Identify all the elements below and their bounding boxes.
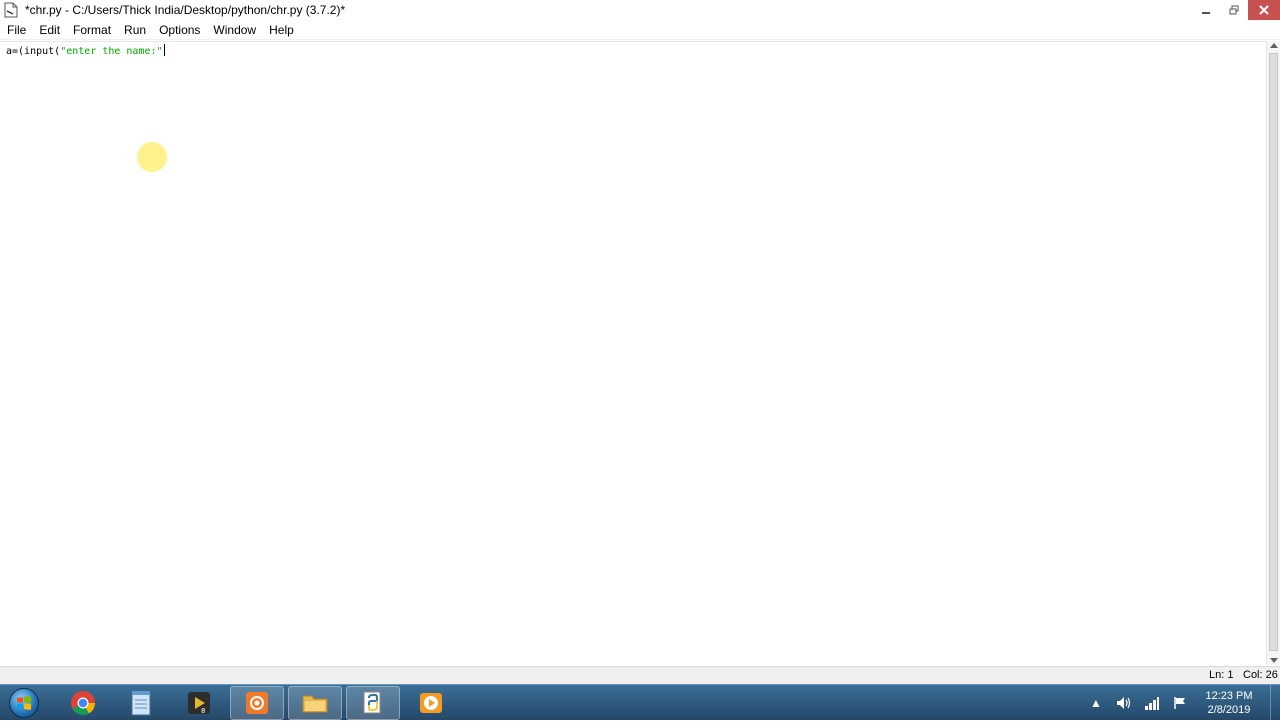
taskbar-python-idle[interactable] xyxy=(346,686,400,720)
menu-bar: File Edit Format Run Options Window Help xyxy=(0,20,1280,40)
action-center-flag-icon[interactable] xyxy=(1171,694,1189,712)
scroll-down-icon[interactable] xyxy=(1270,658,1278,663)
clock-time: 12:23 PM xyxy=(1205,690,1253,702)
menu-help[interactable]: Help xyxy=(269,23,294,37)
window-controls xyxy=(1192,0,1280,20)
clock-date: 2/8/2019 xyxy=(1207,704,1251,716)
show-desktop-button[interactable] xyxy=(1270,685,1280,721)
menu-window[interactable]: Window xyxy=(213,23,256,37)
text-caret xyxy=(163,44,165,56)
menu-options[interactable]: Options xyxy=(159,23,200,37)
restore-icon xyxy=(1229,5,1239,15)
cursor-highlight xyxy=(137,142,167,172)
code-line-1[interactable]: a=(input("enter the name:" xyxy=(6,44,165,59)
code-text: a=(input( xyxy=(6,46,61,57)
menu-format[interactable]: Format xyxy=(73,23,111,37)
close-button[interactable] xyxy=(1248,0,1280,20)
restore-button[interactable] xyxy=(1220,0,1248,20)
volume-icon[interactable] xyxy=(1115,694,1133,712)
python-idle-icon xyxy=(363,691,381,714)
vertical-scrollbar[interactable] xyxy=(1266,41,1280,665)
taskbar-chrome[interactable] xyxy=(56,686,110,720)
network-icon[interactable] xyxy=(1143,694,1161,712)
explorer-icon xyxy=(302,695,328,713)
title-bar[interactable]: *chr.py - C:/Users/Thick India/Desktop/p… xyxy=(0,0,1280,20)
start-button[interactable] xyxy=(4,686,44,720)
menu-run[interactable]: Run xyxy=(124,23,146,37)
idle-file-icon xyxy=(3,2,19,18)
status-bar: Ln: 1 Col: 26 xyxy=(0,666,1280,684)
taskbar: 8 ▲ 12:23 PM 2/8/2019 xyxy=(0,684,1280,721)
system-clock[interactable]: 12:23 PM 2/8/2019 xyxy=(1200,689,1258,717)
menu-edit[interactable]: Edit xyxy=(39,23,60,37)
code-editor[interactable]: a=(input("enter the name:" xyxy=(0,41,1266,665)
system-tray: ▲ 12:23 PM 2/8/2019 xyxy=(1082,685,1280,721)
chrome-icon xyxy=(71,691,95,716)
taskbar-explorer[interactable] xyxy=(288,686,342,720)
scroll-up-icon[interactable] xyxy=(1270,43,1278,48)
close-icon xyxy=(1259,5,1269,15)
window-title: *chr.py - C:/Users/Thick India/Desktop/p… xyxy=(25,3,346,17)
taskbar-screen-recorder[interactable] xyxy=(230,686,284,720)
status-col: Col: 26 xyxy=(1243,669,1278,681)
minimize-button[interactable] xyxy=(1192,0,1220,20)
svg-text:8: 8 xyxy=(201,707,205,715)
screen-recorder-icon xyxy=(246,692,268,714)
status-line: Ln: 1 xyxy=(1209,669,1234,681)
media-player-icon xyxy=(420,693,442,713)
menu-file[interactable]: File xyxy=(7,23,26,37)
taskbar-notepad[interactable] xyxy=(114,686,168,720)
taskbar-media-player[interactable] xyxy=(404,686,458,720)
start-orb-icon xyxy=(9,688,39,718)
taskbar-camtasia[interactable]: 8 xyxy=(172,686,226,720)
minimize-icon xyxy=(1202,12,1210,14)
scrollbar-thumb[interactable] xyxy=(1269,53,1278,651)
notepad-icon xyxy=(131,691,151,716)
code-string-literal: "enter the name:" xyxy=(60,46,163,57)
show-hidden-icons-icon[interactable]: ▲ xyxy=(1087,694,1105,712)
camtasia-icon: 8 xyxy=(188,692,210,715)
